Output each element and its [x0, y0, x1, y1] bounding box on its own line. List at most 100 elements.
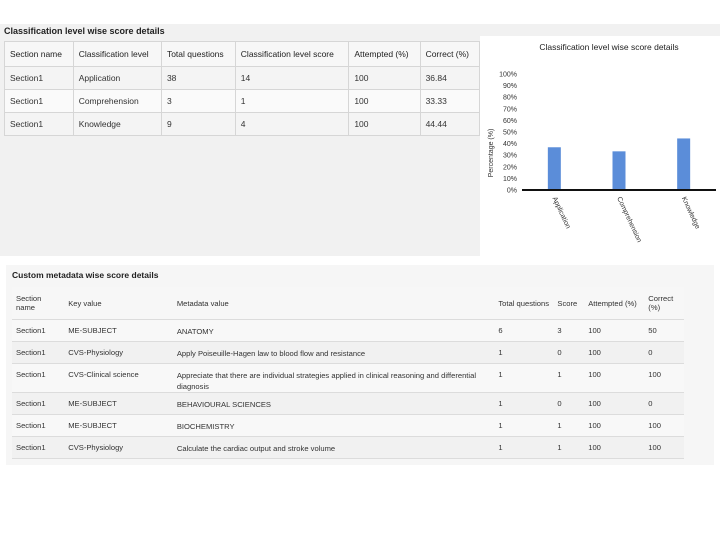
column-header: Section name — [12, 287, 65, 320]
table-cell: ME-SUBJECT — [64, 319, 173, 342]
table-cell: Section1 — [4, 66, 74, 90]
table-cell: 3 — [553, 319, 585, 342]
column-header: Correct (%) — [644, 287, 684, 320]
chart-y-tick-label: 10% — [503, 176, 517, 183]
classification-chart: Classification level wise score details … — [480, 36, 720, 256]
table-cell: 1 — [494, 363, 554, 393]
column-header: Key value — [64, 287, 173, 320]
table-cell: 1 — [553, 414, 585, 437]
column-header: Classification level — [72, 41, 162, 67]
table-cell: CVS-Physiology — [64, 436, 173, 459]
chart-svg: Classification level wise score details … — [488, 42, 716, 244]
table-cell: Section1 — [12, 363, 65, 393]
table-cell: 100 — [348, 112, 421, 136]
table-cell: 100 — [584, 341, 645, 364]
column-header: Metadata value — [172, 287, 495, 320]
column-header: Classification level score — [234, 41, 350, 67]
chart-y-tick-label: 70% — [503, 106, 517, 113]
table-row: Section1 CVS-Physiology Apply Poiseuille… — [12, 341, 684, 364]
table-cell: ANATOMY — [172, 319, 495, 342]
table-cell: ME-SUBJECT — [64, 392, 173, 415]
chart-category-labels: Application Comprehension Knowledge — [551, 196, 701, 244]
classification-table: Section name Classification level Total … — [4, 41, 481, 136]
table-cell: BIOCHEMISTRY — [172, 414, 495, 437]
table-cell: 1 — [494, 341, 554, 364]
table-cell: Comprehension — [72, 89, 162, 113]
chart-y-tick-label: 50% — [503, 130, 517, 137]
table-row: Section1 ME-SUBJECT ANATOMY 6 3 100 50 — [12, 319, 684, 342]
table-row: Section1 ME-SUBJECT BEHAVIOURAL SCIENCES… — [12, 392, 684, 415]
column-header: Total questions — [494, 287, 554, 320]
table-cell: Calculate the cardiac output and stroke … — [172, 436, 495, 459]
chart-y-tick-label: 100% — [499, 72, 517, 79]
chart-bar — [612, 151, 626, 190]
chart-category-label: Comprehension — [615, 196, 642, 244]
chart-y-tick-label: 30% — [503, 153, 517, 160]
table-cell: 100 — [644, 414, 684, 437]
table-cell: 100 — [584, 319, 645, 342]
table-cell: Section1 — [12, 392, 65, 415]
column-header: Correct (%) — [419, 41, 481, 67]
table-row: Section1 Application 38 14 100 36.84 — [4, 66, 481, 90]
chart-y-tick-label: 60% — [503, 118, 517, 125]
table-cell: 6 — [494, 319, 554, 342]
table-row: Section1 CVS-Physiology Calculate the ca… — [12, 436, 684, 459]
chart-y-tick-label: 90% — [503, 83, 517, 90]
table-cell: 3 — [160, 89, 236, 113]
table-header-row: Section name Key value Metadata value To… — [12, 287, 684, 320]
table-cell: 0 — [553, 341, 585, 364]
metadata-table: Section name Key value Metadata value To… — [12, 287, 684, 459]
table-cell: ME-SUBJECT — [64, 414, 173, 437]
table-cell: 9 — [160, 112, 236, 136]
chart-category-label: Knowledge — [680, 196, 701, 230]
table-cell: BEHAVIOURAL SCIENCES — [172, 392, 495, 415]
table-cell: 0 — [644, 392, 684, 415]
table-cell: 100 — [584, 392, 645, 415]
chart-y-tick-label: 0% — [507, 188, 517, 195]
column-header: Total questions — [160, 41, 236, 67]
column-header: Attempted (%) — [348, 41, 421, 67]
chart-y-tick-label: 20% — [503, 164, 517, 171]
table-cell: 50 — [644, 319, 684, 342]
table-cell: Section1 — [4, 89, 74, 113]
table-cell: 1 — [234, 89, 350, 113]
table-row: Section1 ME-SUBJECT BIOCHEMISTRY 1 1 100… — [12, 414, 684, 437]
classification-section-title: Classification level wise score details — [4, 26, 165, 36]
table-cell: 33.33 — [419, 89, 481, 113]
table-cell: Section1 — [4, 112, 74, 136]
column-header: Attempted (%) — [584, 287, 645, 320]
table-cell: Apply Poiseuille-Hagen law to blood flow… — [172, 341, 495, 364]
chart-title: Classification level wise score details — [539, 42, 678, 52]
table-cell: CVS-Clinical science — [64, 363, 173, 393]
chart-bar — [677, 138, 691, 190]
table-cell: Section1 — [12, 319, 65, 342]
table-cell: Knowledge — [72, 112, 162, 136]
column-header: Section name — [4, 41, 74, 67]
column-header: Score — [553, 287, 585, 320]
table-cell: 100 — [644, 363, 684, 393]
table-cell: Appreciate that there are individual str… — [172, 363, 495, 393]
chart-y-ticks: 0% 10% 20% 30% 40% 50% 60% 70% 80% 90% 100% — [499, 72, 517, 195]
chart-category-label: Application — [551, 196, 572, 230]
table-row: Section1 Knowledge 9 4 100 44.44 — [4, 112, 481, 136]
chart-y-tick-label: 80% — [503, 95, 517, 102]
table-cell: 100 — [584, 414, 645, 437]
chart-y-tick-label: 40% — [503, 141, 517, 148]
table-cell: 36.84 — [419, 66, 481, 90]
table-cell: 0 — [644, 341, 684, 364]
table-cell: 100 — [584, 436, 645, 459]
table-cell: 1 — [494, 392, 554, 415]
table-cell: 4 — [234, 112, 350, 136]
table-cell: Section1 — [12, 341, 65, 364]
chart-bar — [547, 147, 561, 190]
table-cell: 44.44 — [419, 112, 481, 136]
metadata-section-title: Custom metadata wise score details — [12, 270, 159, 280]
table-cell: 100 — [584, 363, 645, 393]
table-cell: Section1 — [12, 414, 65, 437]
chart-bars — [547, 138, 691, 190]
table-cell: 14 — [234, 66, 350, 90]
table-cell: Application — [72, 66, 162, 90]
table-row: Section1 CVS-Clinical science Appreciate… — [12, 363, 684, 393]
table-cell: 1 — [553, 436, 585, 459]
chart-y-axis-label: Percentage (%) — [488, 129, 495, 178]
